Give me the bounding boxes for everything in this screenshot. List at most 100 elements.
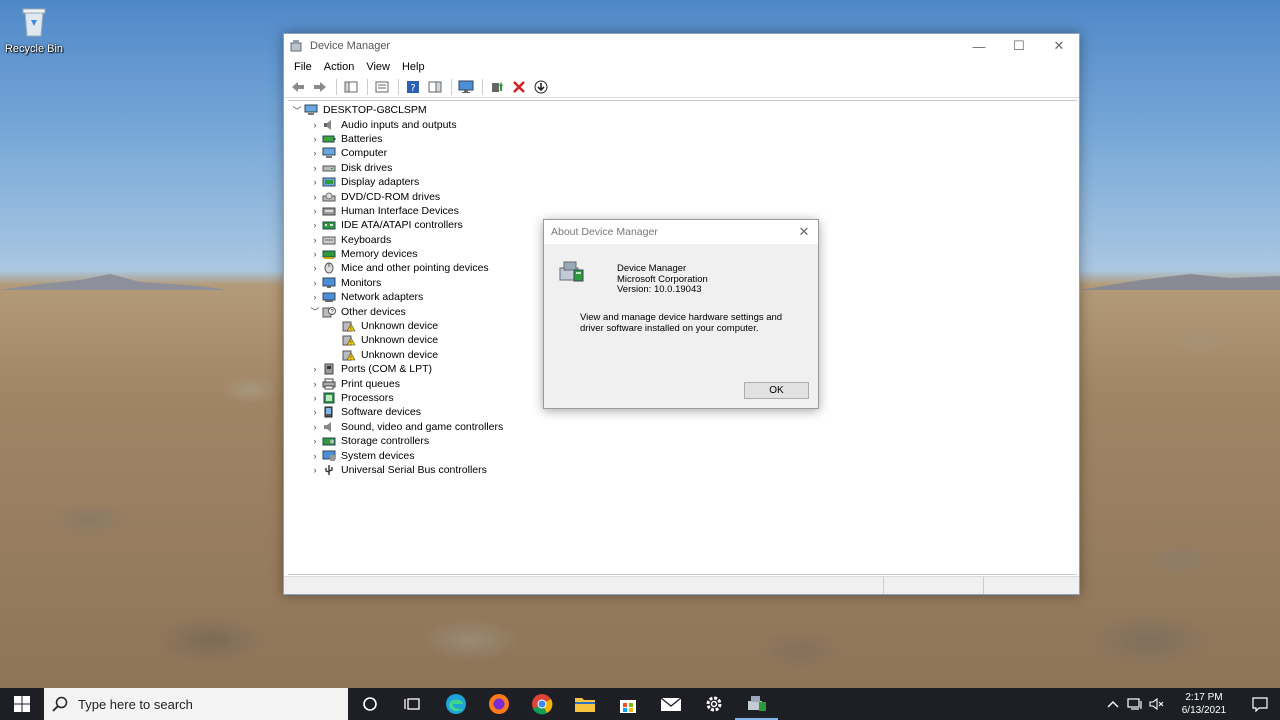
action-pane-button[interactable] bbox=[425, 78, 445, 96]
update-driver-button[interactable] bbox=[487, 78, 507, 96]
tree-node[interactable]: › Human Interface Devices bbox=[288, 204, 1077, 218]
expand-chevron-icon[interactable]: › bbox=[308, 393, 322, 403]
toolbar-separator bbox=[336, 78, 337, 95]
device-manager-icon bbox=[747, 696, 766, 711]
edge-taskbar-button[interactable] bbox=[434, 688, 477, 720]
file-explorer-taskbar-button[interactable] bbox=[563, 688, 606, 720]
tree-node[interactable]: › System devices bbox=[288, 448, 1077, 462]
properties-button[interactable] bbox=[372, 78, 392, 96]
cortana-button[interactable] bbox=[348, 688, 391, 720]
collapse-chevron-icon[interactable]: ﹀ bbox=[290, 104, 304, 117]
dialog-titlebar[interactable]: About Device Manager ✕ bbox=[544, 220, 818, 244]
expand-chevron-icon[interactable]: › bbox=[308, 120, 322, 130]
mail-taskbar-button[interactable] bbox=[649, 688, 692, 720]
device-manager-taskbar-button[interactable] bbox=[735, 688, 778, 720]
status-segment bbox=[284, 577, 884, 594]
product-description: View and manage device hardware settings… bbox=[580, 312, 783, 334]
status-segment bbox=[884, 577, 984, 594]
tree-node[interactable]: › Sound, video and game controllers bbox=[288, 420, 1077, 434]
expand-chevron-icon[interactable]: › bbox=[308, 451, 322, 461]
forward-button[interactable] bbox=[310, 78, 330, 96]
show-hide-console-tree-button[interactable] bbox=[341, 78, 361, 96]
settings-taskbar-button[interactable] bbox=[692, 688, 735, 720]
expand-chevron-icon[interactable]: › bbox=[308, 465, 322, 475]
properties-icon bbox=[375, 81, 389, 92]
taskbar-clock[interactable]: 2:17 PM 6/13/2021 bbox=[1168, 691, 1240, 717]
expand-chevron-icon[interactable]: › bbox=[308, 206, 322, 216]
back-button[interactable] bbox=[288, 78, 308, 96]
expand-chevron-icon[interactable]: › bbox=[308, 263, 322, 273]
menu-view[interactable]: View bbox=[360, 61, 396, 73]
dialog-close-button[interactable]: ✕ bbox=[790, 224, 818, 240]
disable-device-button[interactable] bbox=[531, 78, 551, 96]
tree-node[interactable]: › Storage controllers bbox=[288, 434, 1077, 448]
taskbar-search-box[interactable]: Type here to search bbox=[44, 688, 348, 720]
ok-button[interactable]: OK bbox=[744, 382, 809, 399]
expand-chevron-icon[interactable]: › bbox=[308, 407, 322, 417]
tree-node-label: Batteries bbox=[341, 132, 383, 145]
tree-root-label: DESKTOP-G8CLSPM bbox=[323, 104, 427, 117]
tree-root[interactable]: ﹀ DESKTOP-G8CLSPM bbox=[288, 103, 1077, 117]
menu-bar: File Action View Help bbox=[284, 58, 1079, 76]
show-hidden-icons-button[interactable] bbox=[1102, 699, 1124, 709]
expand-chevron-icon[interactable]: › bbox=[308, 220, 322, 230]
tree-node-label: Print queues bbox=[341, 377, 400, 390]
menu-help[interactable]: Help bbox=[396, 61, 431, 73]
expand-chevron-icon[interactable]: › bbox=[308, 192, 322, 202]
firefox-taskbar-button[interactable] bbox=[477, 688, 520, 720]
expand-chevron-icon[interactable]: › bbox=[308, 379, 322, 389]
menu-action[interactable]: Action bbox=[318, 61, 361, 73]
expand-chevron-icon[interactable]: › bbox=[308, 436, 322, 446]
windows-logo-icon bbox=[14, 696, 30, 712]
tree-node[interactable]: › Disk drives bbox=[288, 161, 1077, 175]
network-button[interactable] bbox=[1124, 697, 1146, 711]
expand-chevron-icon[interactable]: › bbox=[308, 177, 322, 187]
chrome-icon bbox=[531, 694, 552, 715]
red-x-icon bbox=[513, 80, 525, 93]
chrome-taskbar-button[interactable] bbox=[520, 688, 563, 720]
minimize-button[interactable]: — bbox=[959, 34, 999, 58]
tree-node[interactable]: › Display adapters bbox=[288, 175, 1077, 189]
expand-chevron-icon[interactable]: › bbox=[308, 235, 322, 245]
window-titlebar[interactable]: Device Manager — ☐ ✕ bbox=[284, 34, 1079, 58]
clock-time: 2:17 PM bbox=[1185, 692, 1223, 703]
expand-chevron-icon[interactable]: › bbox=[308, 134, 322, 144]
network-adapter-icon bbox=[322, 292, 336, 303]
window-title: Device Manager bbox=[310, 40, 391, 52]
tree-node[interactable]: › Audio inputs and outputs bbox=[288, 117, 1077, 131]
tree-node-label: Keyboards bbox=[341, 233, 392, 246]
collapse-chevron-icon[interactable]: ﹀ bbox=[308, 305, 322, 318]
uninstall-device-button[interactable] bbox=[509, 78, 529, 96]
expand-chevron-icon[interactable]: › bbox=[308, 249, 322, 259]
scan-hardware-button[interactable] bbox=[456, 78, 476, 96]
tree-node[interactable]: › Computer bbox=[288, 146, 1077, 160]
help-button[interactable]: ? bbox=[403, 78, 423, 96]
recycle-bin-shortcut[interactable]: Recycle Bin bbox=[4, 4, 64, 64]
svg-text:!: ! bbox=[350, 341, 351, 347]
tree-node[interactable]: › DVD/CD-ROM drives bbox=[288, 189, 1077, 203]
expand-chevron-icon[interactable]: › bbox=[308, 148, 322, 158]
task-view-button[interactable] bbox=[391, 688, 434, 720]
notification-icon bbox=[1252, 697, 1268, 712]
tree-node-label: Network adapters bbox=[341, 291, 424, 304]
close-button[interactable]: ✕ bbox=[1039, 34, 1079, 58]
expand-chevron-icon[interactable]: › bbox=[308, 163, 322, 173]
maximize-button[interactable]: ☐ bbox=[999, 34, 1039, 58]
menu-file[interactable]: File bbox=[288, 61, 318, 73]
version-text: Version: 10.0.19043 bbox=[617, 284, 702, 295]
tree-node-label: Processors bbox=[341, 392, 394, 404]
firefox-icon bbox=[488, 694, 509, 714]
action-center-button[interactable] bbox=[1240, 696, 1280, 712]
volume-button[interactable] bbox=[1146, 697, 1168, 711]
expand-chevron-icon[interactable]: › bbox=[308, 278, 322, 288]
computer-icon bbox=[322, 147, 336, 159]
recycle-bin-label: Recycle Bin bbox=[4, 43, 64, 55]
start-button[interactable] bbox=[0, 688, 44, 720]
expand-chevron-icon[interactable]: › bbox=[308, 364, 322, 374]
tree-node-label: Ports (COM & LPT) bbox=[341, 363, 433, 376]
tree-node[interactable]: › Universal Serial Bus controllers bbox=[288, 463, 1077, 477]
expand-chevron-icon[interactable]: › bbox=[308, 422, 322, 432]
store-taskbar-button[interactable] bbox=[606, 688, 649, 720]
tree-node[interactable]: › Batteries bbox=[288, 132, 1077, 146]
expand-chevron-icon[interactable]: › bbox=[308, 292, 322, 302]
